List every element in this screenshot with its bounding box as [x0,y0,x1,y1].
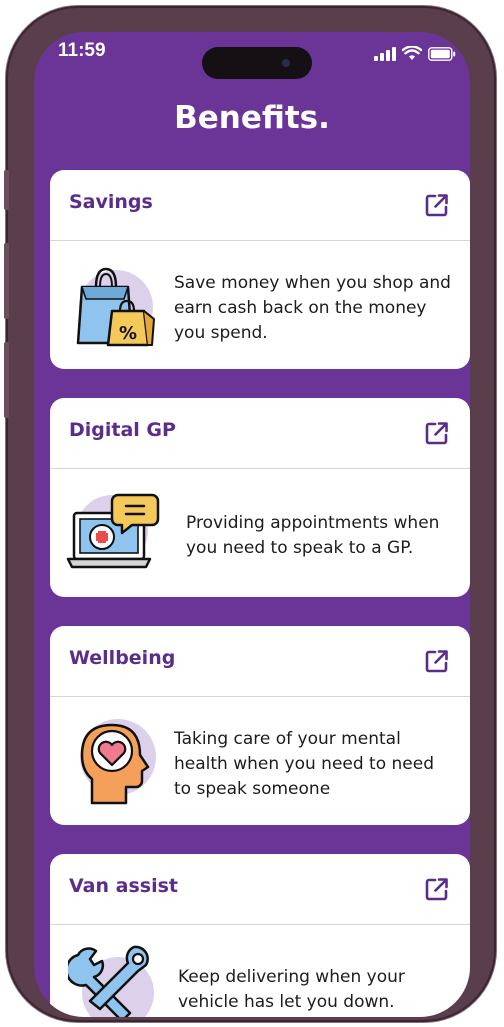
card-description: Taking care of your mental health when y… [174,729,435,799]
wrench-tools-icon [68,945,154,1017]
card-title: Van assist [69,875,178,897]
card-body: % Save money when you shop and earn cash… [50,241,470,369]
card-header: Wellbeing [50,626,470,697]
card-savings[interactable]: Savings % Save money when you shop and e… [50,170,470,369]
shopping-bags-icon: % [76,267,155,347]
card-description: Save money when you shop and earn cash b… [174,273,451,343]
card-body: Keep delivering when your vehicle has le… [50,925,470,1017]
card-header: Digital GP [50,398,470,469]
card-title: Savings [69,191,153,213]
signal-icon [374,46,396,61]
laptop-medical-chat-icon [66,493,160,569]
card-body: Providing appointments when you need to … [50,469,470,597]
dynamic-island [202,47,312,79]
status-bar: 11:59 [34,32,470,79]
card-body: Taking care of your mental health when y… [50,697,470,825]
screen: 11:59 Benefits. Savings % Save money whe… [34,32,470,1017]
volume-up-button [4,243,9,319]
card-wellbeing[interactable]: Wellbeing Taking care of your mental hea… [50,626,470,825]
card-title: Wellbeing [69,647,176,669]
card-header: Savings [50,170,470,241]
head-heart-icon [80,719,156,805]
status-time: 11:59 [58,40,106,61]
external-link-icon[interactable] [424,876,450,902]
card-description: Providing appointments when you need to … [186,513,440,558]
card-header: Van assist [50,854,470,925]
camera-icon [282,59,290,67]
external-link-icon[interactable] [424,192,450,218]
external-link-icon[interactable] [424,648,450,674]
card-digital-gp[interactable]: Digital GP Providing appointments when y… [50,398,470,597]
status-icons [374,46,456,61]
silent-switch [4,170,9,210]
svg-text:%: % [119,323,137,344]
volume-down-button [4,342,9,418]
page-title: Benefits. [174,100,330,136]
external-link-icon[interactable] [424,420,450,446]
card-description: Keep delivering when your vehicle has le… [178,967,405,1012]
card-van-assist[interactable]: Van assist Keep delivering when your veh… [50,854,470,1017]
card-title: Digital GP [69,419,176,441]
wifi-icon [402,46,422,60]
battery-icon [428,46,456,61]
